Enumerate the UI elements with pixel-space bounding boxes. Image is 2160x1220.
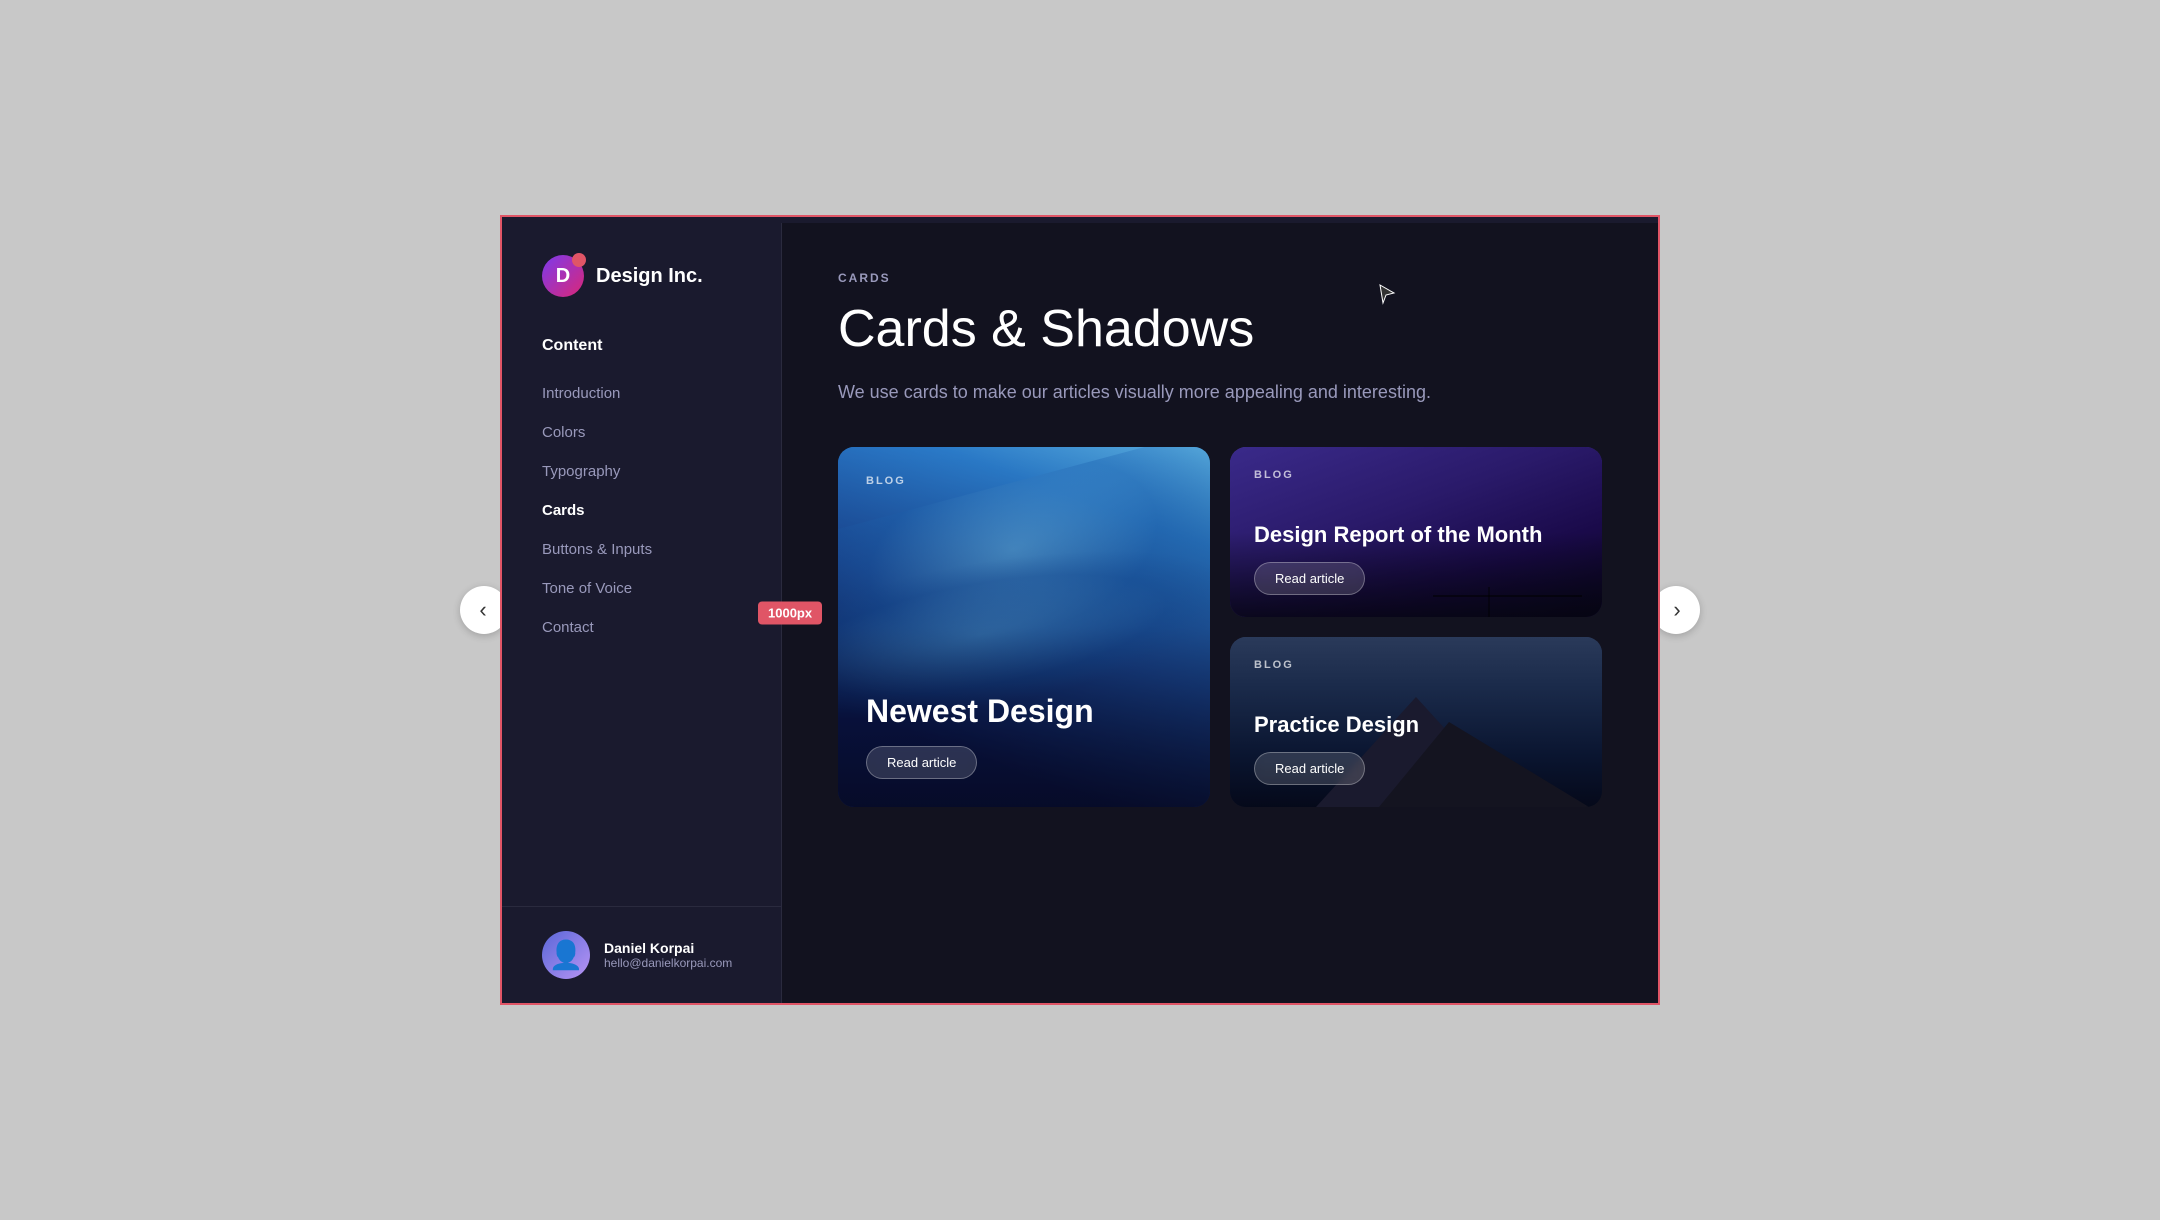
read-article-button-newest[interactable]: Read article xyxy=(866,746,977,779)
sidebar: 1000px D Design Inc. Content Introductio… xyxy=(502,223,782,1003)
card-title-report: Design Report of the Month xyxy=(1254,521,1578,550)
card-title-newest: Newest Design xyxy=(866,692,1182,730)
avatar xyxy=(542,931,590,979)
sidebar-nav: Introduction Colors Typography Cards But… xyxy=(502,375,781,906)
width-badge: 1000px xyxy=(758,602,822,625)
sidebar-footer: Daniel Korpai hello@danielkorpai.com xyxy=(502,906,781,1003)
sidebar-item-typography[interactable]: Typography xyxy=(542,453,741,490)
card-practice-design[interactable]: BLOG Practice Design Read article xyxy=(1230,637,1602,807)
sidebar-item-cards[interactable]: Cards xyxy=(542,492,741,529)
footer-user-info: Daniel Korpai hello@danielkorpai.com xyxy=(604,940,732,970)
sidebar-section-label: Content xyxy=(502,337,781,375)
card-small-content-report: BLOG Design Report of the Month Read art… xyxy=(1230,447,1602,617)
card-badge-report: BLOG xyxy=(1254,469,1578,481)
footer-name: Daniel Korpai xyxy=(604,940,732,956)
logo-letter: D xyxy=(556,265,570,288)
card-bottom-practice: Practice Design Read article xyxy=(1254,711,1578,785)
read-article-button-practice[interactable]: Read article xyxy=(1254,752,1365,785)
chevron-right-icon: › xyxy=(1673,597,1680,623)
company-name: Design Inc. xyxy=(596,265,703,288)
card-small-content-practice: BLOG Practice Design Read article xyxy=(1230,637,1602,807)
card-content: BLOG Newest Design Read article xyxy=(838,447,1210,807)
card-bottom: Newest Design Read article xyxy=(866,692,1182,779)
sidebar-item-tone-of-voice[interactable]: Tone of Voice xyxy=(542,570,741,607)
cards-grid: BLOG Newest Design Read article xyxy=(838,447,1602,807)
main-content: CARDS Cards & Shadows We use cards to ma… xyxy=(782,223,1658,1003)
card-badge-practice: BLOG xyxy=(1254,659,1578,671)
footer-email: hello@danielkorpai.com xyxy=(604,956,732,970)
logo-icon: D xyxy=(542,255,584,297)
card-title-practice: Practice Design xyxy=(1254,711,1578,740)
card-top: BLOG xyxy=(866,475,1182,487)
card-badge-newest: BLOG xyxy=(866,475,1182,487)
sidebar-item-buttons-inputs[interactable]: Buttons & Inputs xyxy=(542,531,741,568)
card-newest-design[interactable]: BLOG Newest Design Read article xyxy=(838,447,1210,807)
logo-area: D Design Inc. xyxy=(502,223,781,337)
page-description: We use cards to make our articles visual… xyxy=(838,378,1438,407)
chevron-left-icon: ‹ xyxy=(479,597,486,623)
app-frame: 1000px D Design Inc. Content Introductio… xyxy=(500,215,1660,1005)
sidebar-item-contact[interactable]: Contact xyxy=(542,609,741,646)
page-title: Cards & Shadows xyxy=(838,301,1602,358)
read-article-button-report[interactable]: Read article xyxy=(1254,562,1365,595)
card-bottom-report: Design Report of the Month Read article xyxy=(1254,521,1578,595)
app-container: 1000px D Design Inc. Content Introductio… xyxy=(502,223,1658,1003)
card-design-report[interactable]: BLOG Design Report of the Month Read art… xyxy=(1230,447,1602,617)
page-label: CARDS xyxy=(838,271,1602,285)
sidebar-item-introduction[interactable]: Introduction xyxy=(542,375,741,412)
sidebar-item-colors[interactable]: Colors xyxy=(542,414,741,451)
